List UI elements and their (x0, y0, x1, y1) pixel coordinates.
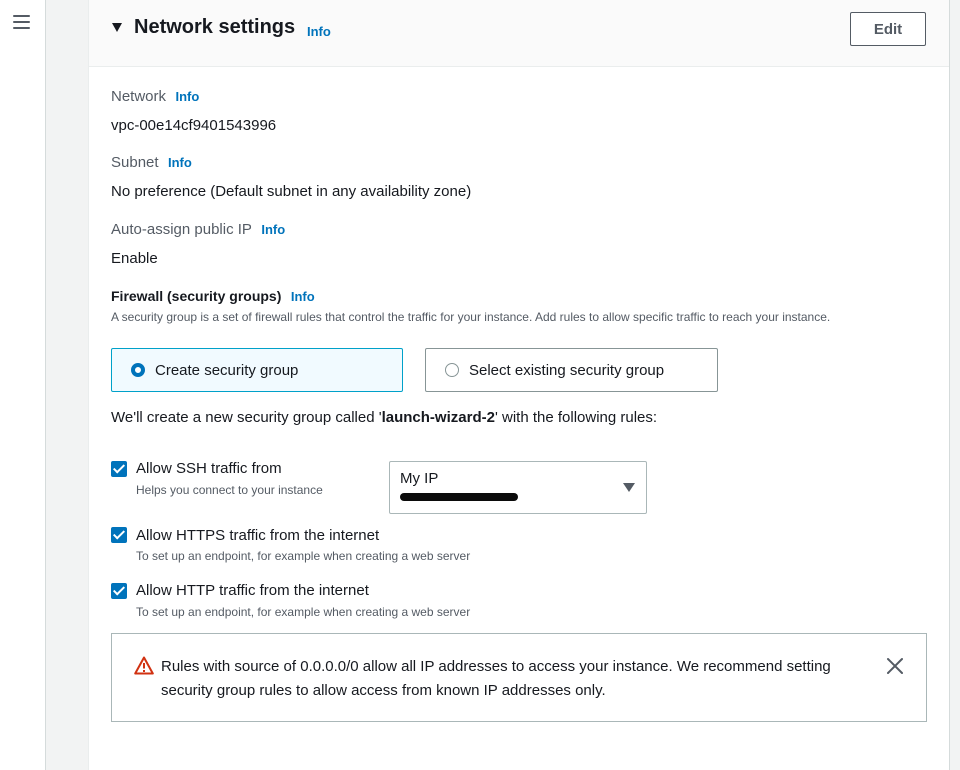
public-ip-info-link[interactable]: Info (261, 222, 285, 237)
firewall-description: A security group is a set of firewall ru… (111, 310, 831, 324)
network-field-label-row: Network Info (111, 88, 199, 106)
intro-prefix: We'll create a new security group called… (111, 409, 382, 426)
hamburger-menu-icon[interactable] (13, 15, 30, 29)
ssh-source-select[interactable]: My IP (389, 461, 647, 514)
network-info-link[interactable]: Info (175, 89, 199, 104)
http-rule-label: Allow HTTP traffic from the internet (136, 582, 369, 599)
select-existing-security-group-label: Select existing security group (469, 361, 665, 379)
subnet-value: No preference (Default subnet in any ava… (111, 183, 472, 200)
security-group-intro: We'll create a new security group called… (111, 409, 657, 426)
firewall-title: Firewall (security groups) (111, 288, 282, 304)
subnet-label: Subnet (111, 154, 159, 171)
create-security-group-label: Create security group (155, 361, 299, 379)
network-label: Network (111, 88, 167, 105)
https-rule-label: Allow HTTPS traffic from the internet (136, 527, 380, 544)
https-rule-description: To set up an endpoint, for example when … (136, 549, 471, 563)
warning-triangle-icon (134, 656, 154, 675)
security-group-name: launch-wizard-2 (381, 409, 495, 426)
select-existing-security-group-option[interactable]: Select existing security group (425, 348, 718, 392)
ssh-checkbox[interactable] (111, 461, 127, 477)
public-ip-value: Enable (111, 250, 158, 267)
firewall-info-link[interactable]: Info (291, 289, 315, 304)
ssh-source-value: My IP (400, 470, 439, 487)
radio-unselected-icon (445, 363, 459, 377)
ssh-rule-description: Helps you connect to your instance (136, 483, 323, 497)
section-title: Network settings (134, 16, 296, 38)
subnet-field-label-row: Subnet Info (111, 154, 192, 172)
subnet-info-link[interactable]: Info (168, 155, 192, 170)
radio-selected-icon (131, 363, 145, 377)
public-ip-label: Auto-assign public IP (111, 221, 252, 238)
left-navigation-rail (0, 0, 46, 770)
network-settings-panel: Network settings Info Edit Network Info … (88, 0, 950, 770)
intro-suffix: ' with the following rules: (494, 409, 658, 426)
caret-down-icon[interactable] (112, 23, 122, 32)
warning-text: Rules with source of 0.0.0.0/0 allow all… (161, 658, 831, 699)
redacted-ip-scribble (400, 493, 518, 501)
warning-alert: Rules with source of 0.0.0.0/0 allow all… (111, 633, 927, 722)
create-security-group-option[interactable]: Create security group (111, 348, 403, 392)
panel-header: Network settings Info Edit (89, 0, 949, 67)
section-info-link[interactable]: Info (307, 24, 331, 39)
caret-down-icon (623, 483, 635, 492)
https-checkbox[interactable] (111, 527, 127, 543)
edit-button[interactable]: Edit (850, 12, 926, 46)
http-rule-description: To set up an endpoint, for example when … (136, 605, 471, 619)
public-ip-field-label-row: Auto-assign public IP Info (111, 221, 285, 239)
ssh-rule-label: Allow SSH traffic from (136, 460, 282, 477)
http-checkbox[interactable] (111, 583, 127, 599)
close-icon[interactable] (885, 656, 905, 676)
network-value: vpc-00e14cf9401543996 (111, 117, 277, 134)
firewall-title-row: Firewall (security groups) Info (111, 288, 315, 306)
